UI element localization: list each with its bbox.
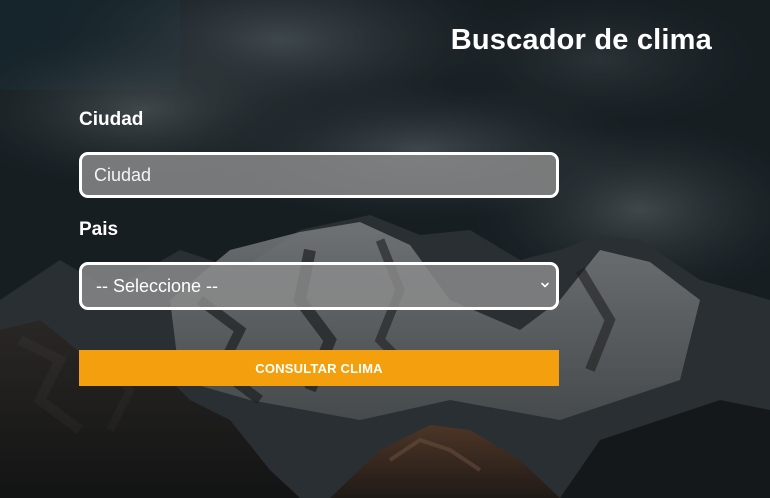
- city-label: Ciudad: [79, 109, 144, 130]
- consult-weather-button[interactable]: CONSULTAR CLIMA: [79, 350, 559, 386]
- country-select-value: -- Seleccione --: [96, 276, 219, 296]
- page-title: Buscador de clima: [450, 24, 712, 56]
- city-input[interactable]: [79, 152, 559, 198]
- country-label: Pais: [79, 219, 119, 240]
- mountain-landscape-illustration: [0, 0, 770, 498]
- country-select[interactable]: -- Seleccione --: [79, 262, 559, 310]
- chevron-down-icon: [541, 282, 549, 288]
- mountain-background-image: [0, 0, 770, 498]
